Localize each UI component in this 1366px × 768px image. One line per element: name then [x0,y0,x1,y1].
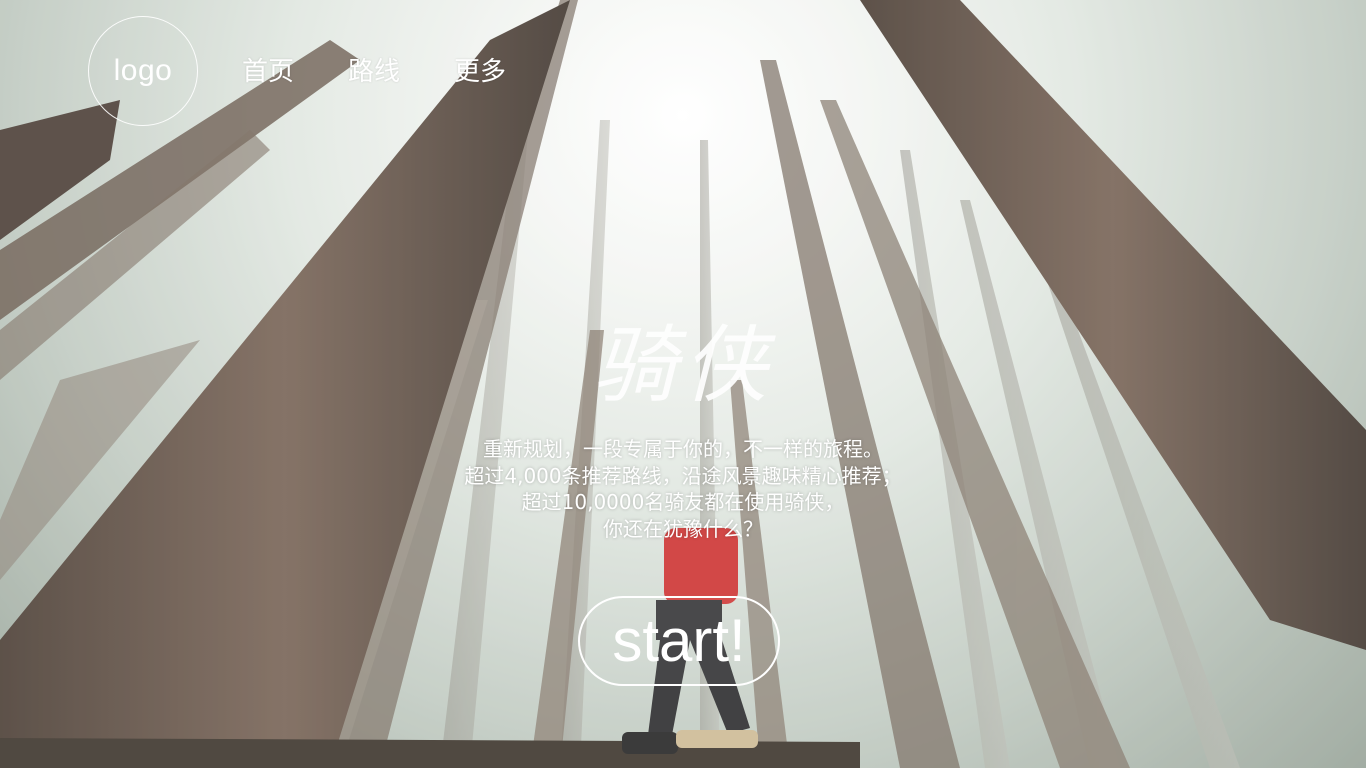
slogan-line: 重新规划，一段专属于你的，不一样的旅程。 [483,437,883,461]
slogan-line: 你还在犹豫什么？ [603,516,763,541]
slogan-line: 超过4,000条推荐路线，沿途风景趣味精心推荐； [464,463,902,488]
logo[interactable]: logo [88,16,198,126]
slogan: 重新规划，一段专属于你的，不一样的旅程。 超过4,000条推荐路线，沿途风景趣味… [0,436,1366,542]
nav-more[interactable]: 更多 [454,52,506,92]
logo-text: logo [113,54,173,87]
nav-routes[interactable]: 路线 [348,52,400,92]
slogan-line: 超过10,0000名骑友都在使用骑侠， [521,490,845,514]
nav-home[interactable]: 首页 [242,52,294,92]
start-button[interactable]: start! [578,596,780,686]
brand-title: 骑侠 [592,316,773,414]
main-nav: 首页 路线 更多 [242,52,560,92]
